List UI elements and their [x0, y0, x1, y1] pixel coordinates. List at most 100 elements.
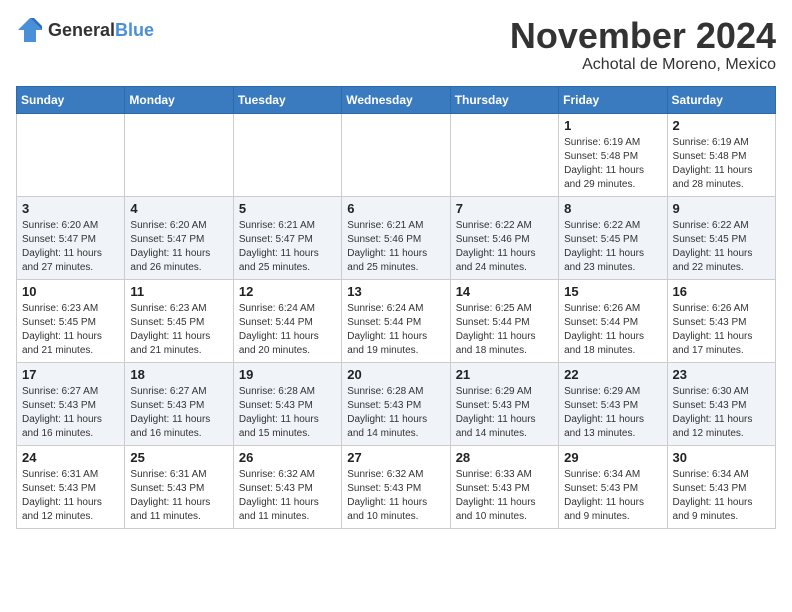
day-info: Sunrise: 6:19 AMSunset: 5:48 PMDaylight:… — [673, 136, 770, 192]
day-number: 21 — [456, 367, 553, 382]
calendar-cell: 20Sunrise: 6:28 AMSunset: 5:43 PMDayligh… — [342, 362, 450, 445]
day-number: 18 — [130, 367, 227, 382]
logo-icon — [16, 16, 44, 44]
calendar-cell: 26 Sunrise: 6:32 AMSunset: 5:43 PMDayligh… — [233, 445, 341, 528]
day-info: Sunrise: 6:28 AMSunset: 5:43 PMDaylight:… — [347, 385, 444, 441]
calendar-cell: 28 Sunrise: 6:33 AMSunset: 5:43 PMDayligh… — [450, 445, 558, 528]
calendar-cell — [125, 113, 233, 196]
calendar-cell: 30 Sunrise: 6:34 AMSunset: 5:43 PMDayligh… — [667, 445, 775, 528]
calendar-table: SundayMondayTuesdayWednesdayThursdayFrid… — [16, 86, 776, 529]
day-number: 28 — [456, 450, 553, 465]
weekday-row: SundayMondayTuesdayWednesdayThursdayFrid… — [17, 86, 776, 113]
day-info: Sunrise: 6:29 AMSunset: 5:43 PMDaylight:… — [564, 385, 661, 441]
day-number: 10 — [22, 284, 119, 299]
weekday-header-friday: Friday — [559, 86, 667, 113]
calendar-cell: 29 Sunrise: 6:34 AMSunset: 5:43 PMDayligh… — [559, 445, 667, 528]
calendar-cell: 14 Sunrise: 6:25 AMSunset: 5:44 PMDayligh… — [450, 279, 558, 362]
day-number: 8 — [564, 201, 661, 216]
day-info: Sunrise: 6:21 AMSunset: 5:47 PMDaylight:… — [239, 219, 336, 275]
day-number: 12 — [239, 284, 336, 299]
calendar-cell: 9 Sunrise: 6:22 AMSunset: 5:45 PMDaylight… — [667, 196, 775, 279]
day-number: 7 — [456, 201, 553, 216]
day-info: Sunrise: 6:20 AMSunset: 5:47 PMDaylight:… — [22, 219, 119, 275]
day-info: Sunrise: 6:23 AMSunset: 5:45 PMDaylight:… — [130, 302, 227, 358]
day-number: 19 — [239, 367, 336, 382]
day-info: Sunrise: 6:27 AMSunset: 5:43 PMDaylight:… — [22, 385, 119, 441]
weekday-header-thursday: Thursday — [450, 86, 558, 113]
day-info: Sunrise: 6:24 AMSunset: 5:44 PMDaylight:… — [239, 302, 336, 358]
day-info: Sunrise: 6:31 AMSunset: 5:43 PMDaylight:… — [22, 468, 119, 524]
calendar-cell — [17, 113, 125, 196]
day-number: 16 — [673, 284, 770, 299]
calendar-cell: 25 Sunrise: 6:31 AMSunset: 5:43 PMDayligh… — [125, 445, 233, 528]
day-number: 30 — [673, 450, 770, 465]
calendar-cell: 11Sunrise: 6:23 AMSunset: 5:45 PMDayligh… — [125, 279, 233, 362]
day-number: 22 — [564, 367, 661, 382]
day-info: Sunrise: 6:29 AMSunset: 5:43 PMDaylight:… — [456, 385, 553, 441]
page-header: GeneralBlue November 2024 Achotal de Mor… — [16, 16, 776, 74]
week-row-5: 24 Sunrise: 6:31 AMSunset: 5:43 PMDayligh… — [17, 445, 776, 528]
calendar-cell: 13 Sunrise: 6:24 AMSunset: 5:44 PMDayligh… — [342, 279, 450, 362]
day-info: Sunrise: 6:28 AMSunset: 5:43 PMDaylight:… — [239, 385, 336, 441]
day-info: Sunrise: 6:24 AMSunset: 5:44 PMDaylight:… — [347, 302, 444, 358]
week-row-2: 3 Sunrise: 6:20 AMSunset: 5:47 PMDaylight… — [17, 196, 776, 279]
calendar-header: SundayMondayTuesdayWednesdayThursdayFrid… — [17, 86, 776, 113]
day-number: 17 — [22, 367, 119, 382]
calendar-cell: 10 Sunrise: 6:23 AMSunset: 5:45 PMDayligh… — [17, 279, 125, 362]
calendar-cell: 7 Sunrise: 6:22 AMSunset: 5:46 PMDaylight… — [450, 196, 558, 279]
month-title: November 2024 — [510, 16, 776, 56]
calendar-cell: 16 Sunrise: 6:26 AMSunset: 5:43 PMDayligh… — [667, 279, 775, 362]
day-number: 29 — [564, 450, 661, 465]
day-number: 6 — [347, 201, 444, 216]
day-number: 25 — [130, 450, 227, 465]
calendar-cell: 15 Sunrise: 6:26 AMSunset: 5:44 PMDayligh… — [559, 279, 667, 362]
calendar-cell: 21 Sunrise: 6:29 AMSunset: 5:43 PMDayligh… — [450, 362, 558, 445]
calendar-cell: 22 Sunrise: 6:29 AMSunset: 5:43 PMDayligh… — [559, 362, 667, 445]
day-info: Sunrise: 6:22 AMSunset: 5:45 PMDaylight:… — [564, 219, 661, 275]
day-info: Sunrise: 6:22 AMSunset: 5:45 PMDaylight:… — [673, 219, 770, 275]
day-number: 3 — [22, 201, 119, 216]
day-number: 26 — [239, 450, 336, 465]
weekday-header-sunday: Sunday — [17, 86, 125, 113]
day-info: Sunrise: 6:34 AMSunset: 5:43 PMDaylight:… — [673, 468, 770, 524]
day-number: 24 — [22, 450, 119, 465]
weekday-header-wednesday: Wednesday — [342, 86, 450, 113]
day-number: 14 — [456, 284, 553, 299]
location-title: Achotal de Moreno, Mexico — [510, 56, 776, 74]
day-number: 15 — [564, 284, 661, 299]
calendar-cell: 6 Sunrise: 6:21 AMSunset: 5:46 PMDaylight… — [342, 196, 450, 279]
day-info: Sunrise: 6:27 AMSunset: 5:43 PMDaylight:… — [130, 385, 227, 441]
calendar-cell: 19 Sunrise: 6:28 AMSunset: 5:43 PMDayligh… — [233, 362, 341, 445]
calendar-cell: 4Sunrise: 6:20 AMSunset: 5:47 PMDaylight… — [125, 196, 233, 279]
calendar-body: 1Sunrise: 6:19 AMSunset: 5:48 PMDaylight… — [17, 113, 776, 528]
day-info: Sunrise: 6:26 AMSunset: 5:44 PMDaylight:… — [564, 302, 661, 358]
day-info: Sunrise: 6:33 AMSunset: 5:43 PMDaylight:… — [456, 468, 553, 524]
calendar-cell: 23Sunrise: 6:30 AMSunset: 5:43 PMDayligh… — [667, 362, 775, 445]
day-number: 9 — [673, 201, 770, 216]
day-info: Sunrise: 6:32 AMSunset: 5:43 PMDaylight:… — [239, 468, 336, 524]
title-area: November 2024 Achotal de Moreno, Mexico — [510, 16, 776, 74]
calendar-cell — [233, 113, 341, 196]
calendar-cell: 24 Sunrise: 6:31 AMSunset: 5:43 PMDayligh… — [17, 445, 125, 528]
calendar-cell — [450, 113, 558, 196]
day-number: 5 — [239, 201, 336, 216]
day-info: Sunrise: 6:21 AMSunset: 5:46 PMDaylight:… — [347, 219, 444, 275]
week-row-4: 17 Sunrise: 6:27 AMSunset: 5:43 PMDayligh… — [17, 362, 776, 445]
week-row-3: 10 Sunrise: 6:23 AMSunset: 5:45 PMDayligh… — [17, 279, 776, 362]
day-info: Sunrise: 6:31 AMSunset: 5:43 PMDaylight:… — [130, 468, 227, 524]
calendar-cell: 17 Sunrise: 6:27 AMSunset: 5:43 PMDayligh… — [17, 362, 125, 445]
day-info: Sunrise: 6:22 AMSunset: 5:46 PMDaylight:… — [456, 219, 553, 275]
day-info: Sunrise: 6:25 AMSunset: 5:44 PMDaylight:… — [456, 302, 553, 358]
day-info: Sunrise: 6:20 AMSunset: 5:47 PMDaylight:… — [130, 219, 227, 275]
calendar-cell: 18 Sunrise: 6:27 AMSunset: 5:43 PMDayligh… — [125, 362, 233, 445]
calendar-cell: 12 Sunrise: 6:24 AMSunset: 5:44 PMDayligh… — [233, 279, 341, 362]
weekday-header-tuesday: Tuesday — [233, 86, 341, 113]
day-number: 2 — [673, 118, 770, 133]
day-number: 23 — [673, 367, 770, 382]
day-number: 13 — [347, 284, 444, 299]
logo-text: GeneralBlue — [48, 20, 154, 41]
day-info: Sunrise: 6:34 AMSunset: 5:43 PMDaylight:… — [564, 468, 661, 524]
day-info: Sunrise: 6:26 AMSunset: 5:43 PMDaylight:… — [673, 302, 770, 358]
weekday-header-saturday: Saturday — [667, 86, 775, 113]
day-info: Sunrise: 6:23 AMSunset: 5:45 PMDaylight:… — [22, 302, 119, 358]
